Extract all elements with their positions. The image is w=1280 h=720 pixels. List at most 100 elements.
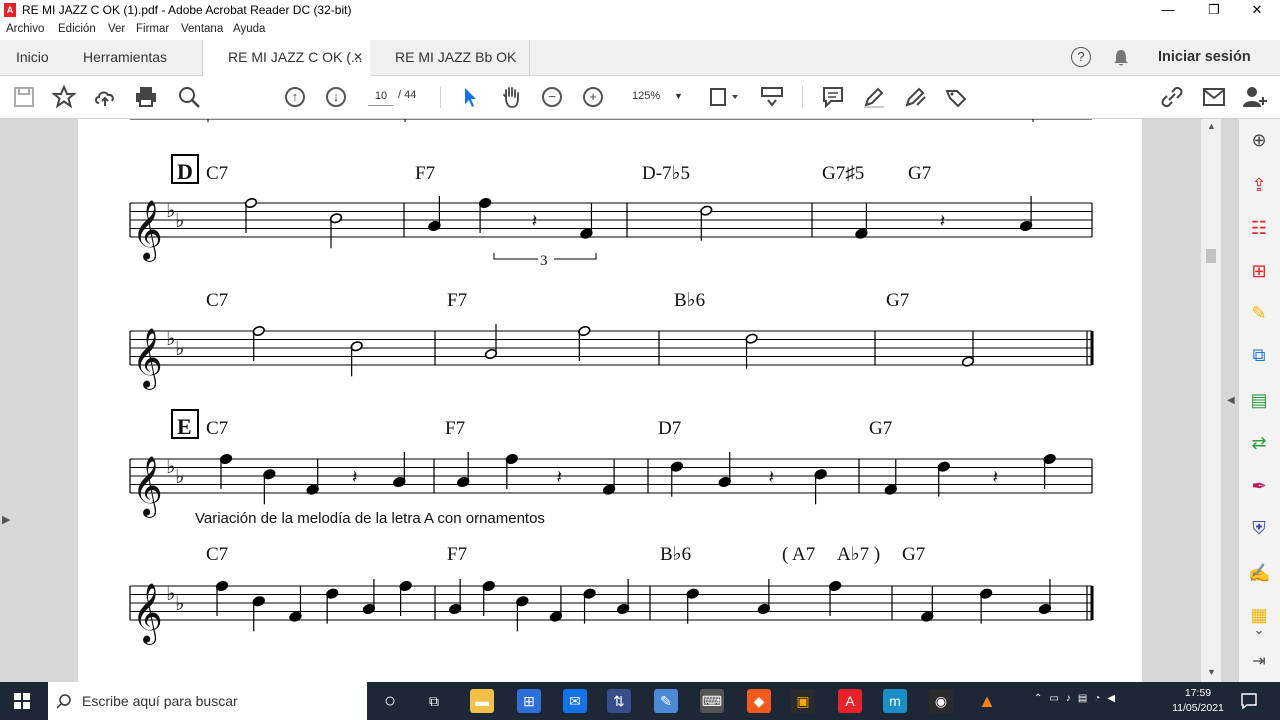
pdf-page: 𝄞 ♭ ♭ D C7 F7 D-7♭5 G7♯5 G7 𝄽 𝄽 3 𝄞 ♭ ♭ C7 F7 B♭6 G7 𝄞 ♭ ♭ E C7…	[78, 119, 1142, 682]
help-icon[interactable]: ?	[1071, 47, 1091, 67]
bell-icon[interactable]	[1112, 48, 1130, 68]
left-panel-toggle-icon[interactable]: ▶	[2, 513, 10, 526]
tab-document-c[interactable]: RE MI JAZZ C OK (... ✕	[202, 40, 372, 76]
device-icon[interactable]: ⌨	[700, 689, 724, 713]
clock[interactable]: 17:59 11/05/2021	[1170, 686, 1226, 716]
cortana-icon[interactable]: ○	[378, 689, 402, 713]
clock-time: 17:59	[1184, 687, 1212, 699]
panel-toggle-icon[interactable]: ◀	[1227, 395, 1235, 406]
hand-tool-icon[interactable]	[500, 85, 522, 109]
draw-icon[interactable]	[903, 85, 927, 109]
key-flat-glyph: ♭	[175, 464, 184, 488]
store-icon[interactable]: ⊞	[517, 689, 541, 713]
menu-firmar[interactable]: Firmar	[136, 23, 169, 35]
obs-icon[interactable]: ◉	[929, 689, 953, 713]
create-pdf-icon[interactable]: ⊞	[1248, 260, 1270, 282]
scroll-thumb[interactable]	[1206, 249, 1216, 263]
notifications-icon[interactable]	[1240, 692, 1258, 710]
chord-symbol: F7	[447, 544, 467, 565]
add-user-icon[interactable]	[1242, 85, 1268, 109]
menu-ver[interactable]: Ver	[108, 23, 125, 35]
upload-icon[interactable]	[93, 85, 117, 109]
brave-browser-icon[interactable]: ◆	[747, 689, 771, 713]
document-viewport[interactable]: ▶ 𝄞 ♭ ♭ D C7 F7 D-7♭5 G7♯5 G7 𝄽 𝄽 3 𝄞 ♭ ♭ C7 F7 B♭6 G7 𝄞 ♭ ♭ E…	[0, 119, 1238, 682]
menu-bar: Archivo Edición Ver Firmar Ventana Ayuda	[0, 20, 1280, 40]
tab-herramientas[interactable]: Herramientas	[83, 40, 167, 75]
compress-pdf-icon[interactable]: ▤	[1248, 389, 1270, 411]
file-explorer-icon[interactable]: ▬	[470, 689, 494, 713]
chord-symbol: G7	[886, 290, 909, 311]
task-view-icon[interactable]: ⧉	[422, 689, 446, 713]
musescore-icon[interactable]: m	[883, 689, 907, 713]
taskbar-search[interactable]: Escribe aquí para buscar	[48, 682, 367, 720]
zoom-in-icon[interactable]: +	[583, 87, 603, 107]
chord-symbol: G7	[902, 544, 925, 565]
vlc-icon[interactable]: ▲	[975, 689, 999, 713]
star-icon[interactable]	[52, 85, 76, 109]
select-cursor-icon[interactable]	[460, 86, 480, 108]
toolbar-divider	[440, 86, 441, 108]
paint-icon[interactable]: ✎	[654, 689, 678, 713]
app-window-icon[interactable]: ▣	[791, 689, 815, 713]
sign-panel-icon[interactable]: ✍	[1248, 562, 1270, 584]
scroll-up-icon[interactable]: ▲	[1207, 121, 1216, 131]
search-placeholder: Escribe aquí para buscar	[82, 693, 238, 709]
treble-clef-glyph: 𝄞	[132, 200, 163, 262]
tab-document-bb[interactable]: RE MI JAZZ Bb OK ...	[370, 40, 530, 100]
print-icon[interactable]	[134, 85, 158, 109]
find-icon[interactable]	[177, 85, 201, 109]
tab-inicio[interactable]: Inicio	[16, 40, 49, 75]
scroll-mode-icon[interactable]	[760, 85, 784, 109]
music-score: 𝄞 ♭ ♭D C7 F7 D-7♭5 G7♯5 G7𝄽 𝄽3𝄞 ♭ ♭C7 F7 B♭6 G7𝄞 ♭ ♭E C7…	[129, 119, 1094, 645]
mail-icon[interactable]: ✉	[563, 689, 587, 713]
chord-symbol: G7	[908, 163, 931, 184]
minimize-button[interactable]: —	[1145, 0, 1191, 20]
page-layout-icon[interactable]	[708, 86, 738, 108]
system-tray-icons[interactable]: ⌃▭♪▤◔◀	[1034, 693, 1122, 704]
combine-files-icon[interactable]: ⧉	[1248, 344, 1270, 366]
save-icon[interactable]	[12, 85, 36, 109]
collapse-panel-icon[interactable]: ⇥	[1248, 651, 1270, 673]
app-icon[interactable]: ⇅	[607, 689, 631, 713]
fill-sign-icon[interactable]	[944, 85, 968, 109]
chevron-down-icon[interactable]: ⌄	[1248, 619, 1270, 641]
pdf-app-icon: A	[4, 3, 16, 17]
search-icon	[56, 694, 71, 709]
email-icon[interactable]	[1202, 86, 1226, 108]
menu-archivo[interactable]: Archivo	[6, 23, 44, 35]
chord-symbol: B♭6	[674, 290, 705, 311]
next-page-icon[interactable]: ↓	[326, 87, 346, 107]
menu-edicion[interactable]: Edición	[58, 23, 96, 35]
tab-close-icon[interactable]: ✕	[353, 40, 363, 75]
vertical-scrollbar[interactable]: ▲ ▼	[1201, 119, 1221, 682]
score-caption: Variación de la melodía de la letra A co…	[195, 510, 545, 527]
zoom-panel-icon[interactable]: ⊕	[1248, 129, 1270, 151]
prev-page-icon[interactable]: ↑	[285, 87, 305, 107]
close-window-button[interactable]: ✕	[1234, 0, 1280, 20]
treble-clef-glyph: 𝄞	[132, 328, 163, 390]
organize-pages-icon[interactable]: ☷	[1248, 217, 1270, 239]
signin-link[interactable]: Iniciar sesión	[1158, 49, 1251, 65]
page-number-input[interactable]: 10	[368, 87, 394, 106]
chord-symbol: C7	[206, 418, 228, 439]
windows-start-icon[interactable]	[14, 693, 30, 709]
highlight-icon[interactable]	[862, 85, 886, 109]
rehearsal-mark: D	[177, 159, 193, 184]
zoom-select[interactable]: 125% ▼	[624, 87, 688, 105]
menu-ventana[interactable]: Ventana	[181, 23, 223, 35]
fill-sign-panel-icon[interactable]: ✒	[1248, 475, 1270, 497]
comment-panel-icon[interactable]: ✎	[1248, 302, 1270, 324]
scroll-down-icon[interactable]: ▼	[1207, 667, 1216, 677]
zoom-value: 125%	[632, 90, 661, 102]
protect-icon[interactable]: ⛨	[1248, 517, 1270, 539]
page-total: / 44	[398, 89, 417, 101]
treble-clef-glyph: 𝄞	[132, 456, 163, 518]
comment-icon[interactable]	[822, 86, 844, 108]
zoom-out-icon[interactable]: −	[542, 87, 562, 107]
export-icon[interactable]: ⇄	[1248, 432, 1270, 454]
acrobat-taskbar-icon[interactable]: A	[838, 689, 862, 713]
export-pdf-icon[interactable]: ⇪	[1248, 174, 1270, 196]
restore-button[interactable]: ❐	[1191, 0, 1237, 20]
menu-ayuda[interactable]: Ayuda	[233, 23, 265, 35]
share-link-icon[interactable]	[1160, 85, 1184, 109]
